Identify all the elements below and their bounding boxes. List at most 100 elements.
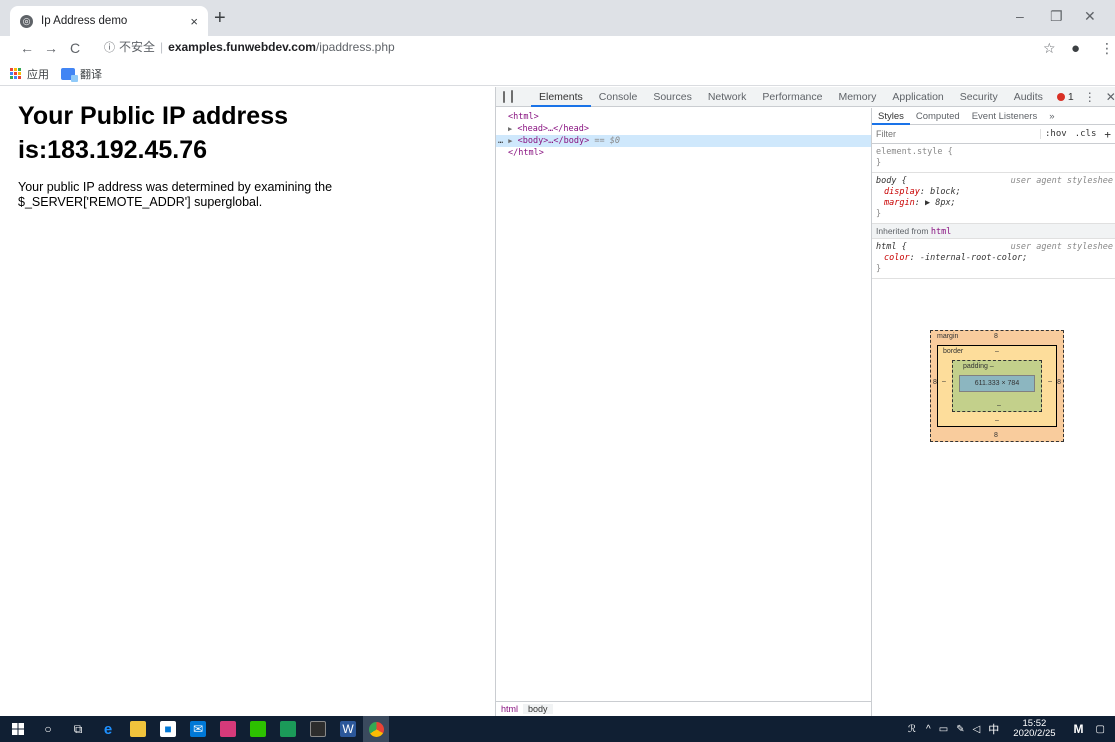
tab-application[interactable]: Application	[884, 87, 951, 107]
reload-icon[interactable]: C	[66, 40, 84, 56]
box-model-content[interactable]: 611.333 × 784	[959, 375, 1035, 392]
globe-icon: ◎	[20, 14, 33, 28]
url-path: /ipaddress.php	[315, 39, 395, 54]
tab-performance[interactable]: Performance	[754, 87, 830, 107]
cls-toggle[interactable]: .cls	[1071, 129, 1101, 139]
app-icon[interactable]	[220, 721, 236, 737]
word-icon[interactable]: W	[340, 721, 356, 737]
close-window-icon[interactable]: ✕	[1084, 8, 1096, 25]
pen-icon[interactable]: ✎	[956, 724, 964, 735]
dom-ellipsis[interactable]: …	[498, 136, 503, 146]
info-icon[interactable]: ⓘ	[104, 39, 115, 55]
tab-close-button[interactable]: ×	[190, 14, 198, 29]
rule-declaration[interactable]: margin: ▶ 8px;	[876, 198, 1111, 209]
prop-value: block;	[930, 187, 961, 197]
tab-event-listeners[interactable]: Event Listeners	[966, 108, 1043, 125]
styles-filter-input[interactable]	[872, 129, 1040, 139]
margin-right-value[interactable]: 8	[1057, 379, 1061, 386]
store-icon[interactable]: ■	[160, 721, 176, 737]
chrome-icon	[368, 721, 384, 737]
people-icon[interactable]: ℛ	[908, 724, 916, 735]
app-tray-icon[interactable]: M	[1074, 722, 1084, 736]
browser-tab[interactable]: ◎ Ip Address demo ×	[10, 6, 208, 36]
tab-styles[interactable]: Styles	[872, 108, 910, 125]
dom-html-open[interactable]: <html>	[496, 111, 871, 123]
rule-source: user agent styleshee	[1010, 176, 1113, 186]
spreadsheet-app-icon[interactable]	[280, 721, 296, 737]
search-icon[interactable]: ○	[40, 721, 56, 737]
margin-bottom-value[interactable]: 8	[994, 432, 998, 439]
tab-sources[interactable]: Sources	[645, 87, 700, 107]
border-top-value[interactable]: –	[995, 348, 999, 355]
error-counter[interactable]: 1	[1056, 90, 1074, 103]
new-tab-button[interactable]: +	[214, 7, 226, 30]
padding-label: padding –	[963, 363, 994, 370]
tab-network[interactable]: Network	[700, 87, 755, 107]
error-count: 1	[1067, 90, 1074, 103]
tab-overflow[interactable]: »	[1043, 108, 1060, 125]
padding-bottom-value[interactable]: –	[997, 402, 1001, 409]
box-model-border[interactable]: border – – – – padding – – 611.333 × 784	[937, 345, 1057, 427]
devtools-panel: Elements Console Sources Network Perform…	[495, 87, 1115, 716]
windows-start-icon[interactable]	[10, 721, 26, 737]
hov-toggle[interactable]: :hov	[1040, 129, 1071, 139]
notifications-icon[interactable]: ▢	[1096, 724, 1105, 735]
rule-declaration[interactable]: display: block;	[876, 187, 1111, 198]
dom-body[interactable]: … ▶ <body>…</body> == $0	[496, 135, 871, 147]
rule-body[interactable]: body { user agent styleshee display: blo…	[872, 173, 1115, 224]
dom-html-close[interactable]: </html>	[496, 147, 871, 159]
clock[interactable]: 15:52 2020/2/25	[1013, 719, 1055, 739]
show-hidden-icons[interactable]: ^	[926, 724, 931, 735]
device-toolbar-icon[interactable]	[511, 90, 513, 103]
bookmark-apps[interactable]: 应用	[10, 66, 49, 82]
expand-triangle-icon[interactable]: ▶	[508, 125, 512, 133]
bookmark-star-icon[interactable]: ☆	[1043, 40, 1056, 57]
crumb-body[interactable]: body	[523, 704, 553, 714]
tab-elements[interactable]: Elements	[531, 87, 591, 107]
tab-memory[interactable]: Memory	[830, 87, 884, 107]
margin-top-value[interactable]: 8	[994, 333, 998, 340]
file-explorer-icon[interactable]	[130, 721, 146, 737]
page-heading: Your Public IP address is:183.192.45.76	[18, 102, 288, 164]
wechat-icon[interactable]	[250, 721, 266, 737]
inspect-element-icon[interactable]	[503, 90, 505, 103]
new-rule-button[interactable]: +	[1100, 128, 1115, 141]
rule-declaration[interactable]: color: -internal-root-color;	[876, 253, 1111, 264]
box-model-margin[interactable]: margin 8 8 8 8 border – – – – padding – …	[930, 330, 1064, 442]
terminal-icon[interactable]	[310, 721, 326, 737]
profile-icon[interactable]: ●	[1071, 40, 1080, 57]
network-icon[interactable]: ▭	[939, 724, 948, 735]
rule-html[interactable]: html { user agent styleshee color: -inte…	[872, 239, 1115, 279]
devtools-menu-icon[interactable]: ⋮	[1084, 90, 1096, 104]
bookmark-apps-label: 应用	[27, 68, 49, 81]
expand-triangle-icon[interactable]: ▶	[508, 137, 512, 145]
back-icon[interactable]: ←	[18, 40, 36, 56]
address-bar[interactable]: ⓘ 不安全 | examples.funwebdev.com/ipaddress…	[104, 38, 395, 55]
border-right-value[interactable]: –	[1048, 378, 1052, 385]
tab-console[interactable]: Console	[591, 87, 646, 107]
rule-source: user agent styleshee	[1010, 242, 1113, 252]
minimize-icon[interactable]: –	[1016, 8, 1024, 24]
devtools-close-icon[interactable]: ✕	[1106, 90, 1115, 104]
mail-icon[interactable]: ✉	[190, 721, 206, 737]
edge-icon[interactable]: e	[100, 721, 116, 738]
forward-icon[interactable]: →	[42, 40, 60, 56]
ime-indicator[interactable]: 中	[988, 721, 999, 737]
tab-computed[interactable]: Computed	[910, 108, 966, 125]
dom-head[interactable]: ▶ <head>…</head>	[496, 123, 871, 135]
volume-icon[interactable]: ◁	[973, 724, 981, 735]
box-model-padding[interactable]: padding – – 611.333 × 784	[952, 360, 1042, 412]
task-view-icon[interactable]: ⧉	[70, 721, 86, 737]
border-bottom-value[interactable]: –	[995, 417, 999, 424]
margin-label: margin	[937, 333, 959, 340]
inherited-tag[interactable]: html	[931, 227, 951, 237]
crumb-html[interactable]: html	[496, 704, 523, 714]
rule-element-style[interactable]: element.style { }	[872, 144, 1115, 173]
border-left-value[interactable]: –	[942, 378, 946, 385]
bookmark-translate[interactable]: 翻译	[61, 66, 102, 82]
tab-audits[interactable]: Audits	[1006, 87, 1051, 107]
menu-icon[interactable]: ⋮	[1100, 40, 1114, 57]
chrome-taskbar-item[interactable]	[363, 716, 389, 742]
restore-icon[interactable]: ❐	[1050, 8, 1063, 25]
tab-security[interactable]: Security	[952, 87, 1006, 107]
